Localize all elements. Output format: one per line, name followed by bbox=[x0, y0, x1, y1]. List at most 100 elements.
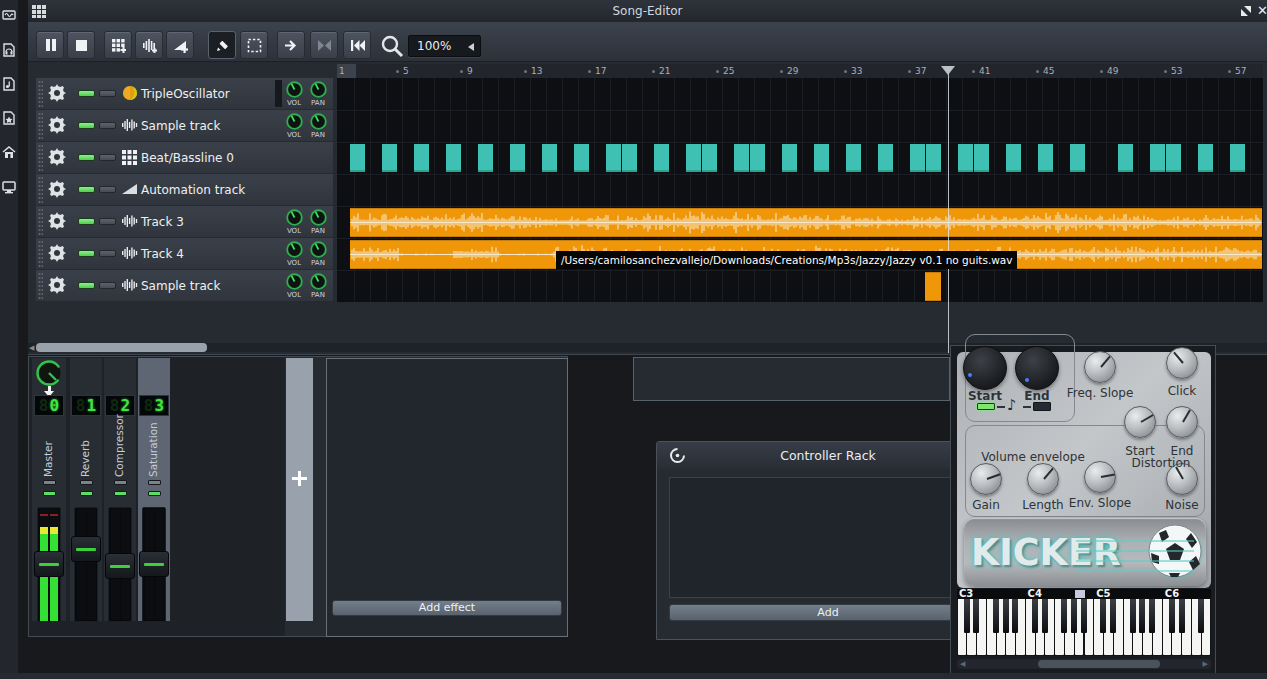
master-volume-knob[interactable] bbox=[35, 359, 63, 387]
track-head-track-3[interactable]: Track 3VOLPAN bbox=[36, 206, 333, 237]
add-sample-track-button[interactable] bbox=[135, 31, 163, 59]
bb-pattern-block[interactable] bbox=[910, 144, 925, 172]
channel-mute-led[interactable] bbox=[148, 480, 161, 485]
mixer-channel-compressor[interactable]: 82Compressor bbox=[104, 358, 136, 621]
piano-keyboard[interactable] bbox=[957, 599, 1211, 656]
fader-handle[interactable] bbox=[139, 551, 169, 577]
track-head-sample-track[interactable]: Sample trackVOLPAN bbox=[36, 110, 333, 141]
bb-pattern-block[interactable] bbox=[846, 144, 861, 172]
kicker-dist-start-knob[interactable] bbox=[1124, 406, 1156, 438]
vol-knob[interactable] bbox=[286, 273, 303, 290]
channel-send-led[interactable] bbox=[80, 491, 93, 496]
bb-pattern-block[interactable] bbox=[1166, 144, 1181, 172]
playhead-marker[interactable] bbox=[941, 66, 955, 75]
piano-black-key[interactable] bbox=[1012, 599, 1018, 633]
add-effect-button[interactable]: Add effect bbox=[332, 600, 562, 616]
piano-black-key[interactable] bbox=[1042, 599, 1048, 633]
bb-pattern-block[interactable] bbox=[382, 144, 397, 172]
mixer-channel-reverb[interactable]: 81Reverb bbox=[70, 358, 102, 621]
piano-black-key[interactable] bbox=[1032, 599, 1038, 633]
piano-black-key[interactable] bbox=[1081, 599, 1087, 633]
piano-black-key[interactable] bbox=[1198, 599, 1204, 633]
piano-black-key[interactable] bbox=[973, 599, 979, 633]
scrollbar-handle[interactable] bbox=[36, 343, 207, 352]
piano-black-key[interactable] bbox=[1130, 599, 1136, 633]
channel-send-led[interactable] bbox=[43, 491, 56, 496]
bb-pattern-block[interactable] bbox=[1006, 144, 1021, 172]
piano-black-key[interactable] bbox=[1110, 599, 1116, 633]
track-gear-icon[interactable] bbox=[48, 244, 66, 262]
track-grip[interactable] bbox=[38, 112, 43, 139]
bb-pattern-block[interactable] bbox=[782, 144, 797, 172]
zoom-dropdown-arrow[interactable] bbox=[468, 43, 474, 51]
bb-pattern-block[interactable] bbox=[1038, 144, 1053, 172]
fader-slot[interactable] bbox=[74, 507, 98, 622]
bb-pattern-block[interactable] bbox=[974, 144, 989, 172]
bb-pattern-block[interactable] bbox=[446, 144, 461, 172]
pan-knob[interactable] bbox=[310, 273, 327, 290]
computer-icon[interactable] bbox=[2, 145, 16, 159]
bb-pattern-block[interactable] bbox=[510, 144, 525, 172]
track-solo-button[interactable] bbox=[99, 154, 116, 161]
bb-pattern-block[interactable] bbox=[654, 144, 669, 172]
add-bb-track-button[interactable] bbox=[104, 31, 132, 59]
bb-pattern-block[interactable] bbox=[958, 144, 973, 172]
piano-scrollbar-handle[interactable] bbox=[1038, 660, 1160, 668]
channel-send-led[interactable] bbox=[148, 491, 161, 496]
bb-pattern-block[interactable] bbox=[750, 144, 765, 172]
track-head-automation-track[interactable]: Automation track bbox=[36, 174, 333, 205]
bb-pattern-block[interactable] bbox=[1070, 144, 1085, 172]
track-solo-button[interactable] bbox=[99, 218, 116, 225]
pan-knob[interactable] bbox=[310, 113, 327, 130]
track-mute-button[interactable] bbox=[78, 186, 95, 193]
track-gear-icon[interactable] bbox=[48, 276, 66, 294]
presets-icon[interactable] bbox=[2, 77, 16, 91]
pan-knob[interactable] bbox=[310, 81, 327, 98]
instruments-icon[interactable] bbox=[2, 8, 16, 22]
track-gear-icon[interactable] bbox=[48, 180, 66, 198]
follow-playback-button[interactable] bbox=[277, 31, 305, 59]
fader-handle[interactable] bbox=[105, 553, 135, 579]
piano-black-key[interactable] bbox=[1061, 599, 1067, 633]
bb-pattern-block[interactable] bbox=[574, 144, 589, 172]
add-automation-track-button[interactable] bbox=[166, 31, 194, 59]
track-gear-icon[interactable] bbox=[48, 84, 66, 102]
track-mute-button[interactable] bbox=[78, 218, 95, 225]
piano-black-key[interactable] bbox=[1169, 599, 1175, 633]
back-to-start-button[interactable] bbox=[343, 31, 371, 59]
controller-rack-add-button[interactable]: Add bbox=[669, 604, 987, 621]
vol-knob[interactable] bbox=[286, 209, 303, 226]
channel-mute-led[interactable] bbox=[114, 480, 127, 485]
toggle-loop-button[interactable] bbox=[310, 31, 338, 59]
pan-knob[interactable] bbox=[310, 209, 327, 226]
track-grip[interactable] bbox=[38, 240, 43, 267]
piano-black-key[interactable] bbox=[1003, 599, 1009, 633]
piano-black-key[interactable] bbox=[964, 599, 970, 633]
bb-pattern-block[interactable] bbox=[734, 144, 749, 172]
sample-segment-track3[interactable] bbox=[350, 208, 1262, 237]
close-icon[interactable]: ✕ bbox=[1256, 4, 1267, 17]
sample-segment-small[interactable] bbox=[925, 272, 941, 301]
track-head-tripleoscillator[interactable]: TripleOscillatorVOLPAN bbox=[36, 78, 333, 109]
track-grip[interactable] bbox=[38, 176, 43, 203]
piano-black-key[interactable] bbox=[1100, 599, 1106, 633]
bb-pattern-block[interactable] bbox=[878, 144, 893, 172]
track-mute-button[interactable] bbox=[78, 250, 95, 257]
vol-knob[interactable] bbox=[286, 81, 303, 98]
track-grip[interactable] bbox=[38, 144, 43, 171]
bb-pattern-block[interactable] bbox=[1230, 144, 1245, 172]
mixer-add-channel-button[interactable] bbox=[286, 358, 313, 621]
piano-scroll-right[interactable]: ▶ bbox=[1203, 660, 1208, 668]
mixer-channel-saturation[interactable]: 83Saturation bbox=[138, 358, 170, 621]
piano-black-key[interactable] bbox=[1149, 599, 1155, 633]
stop-button[interactable] bbox=[67, 31, 95, 59]
track-solo-button[interactable] bbox=[99, 250, 116, 257]
bb-pattern-block[interactable] bbox=[622, 144, 637, 172]
kicker-start-knob[interactable] bbox=[963, 346, 1007, 390]
mixer-channel-master[interactable]: 80Master bbox=[32, 358, 66, 621]
channel-mute-led[interactable] bbox=[80, 480, 93, 485]
bb-pattern-block[interactable] bbox=[478, 144, 493, 172]
track-head-beat-bassline-0[interactable]: Beat/Bassline 0 bbox=[36, 142, 333, 173]
scroll-left-arrow[interactable]: ◀ bbox=[29, 344, 34, 352]
home-icon[interactable] bbox=[2, 111, 16, 125]
